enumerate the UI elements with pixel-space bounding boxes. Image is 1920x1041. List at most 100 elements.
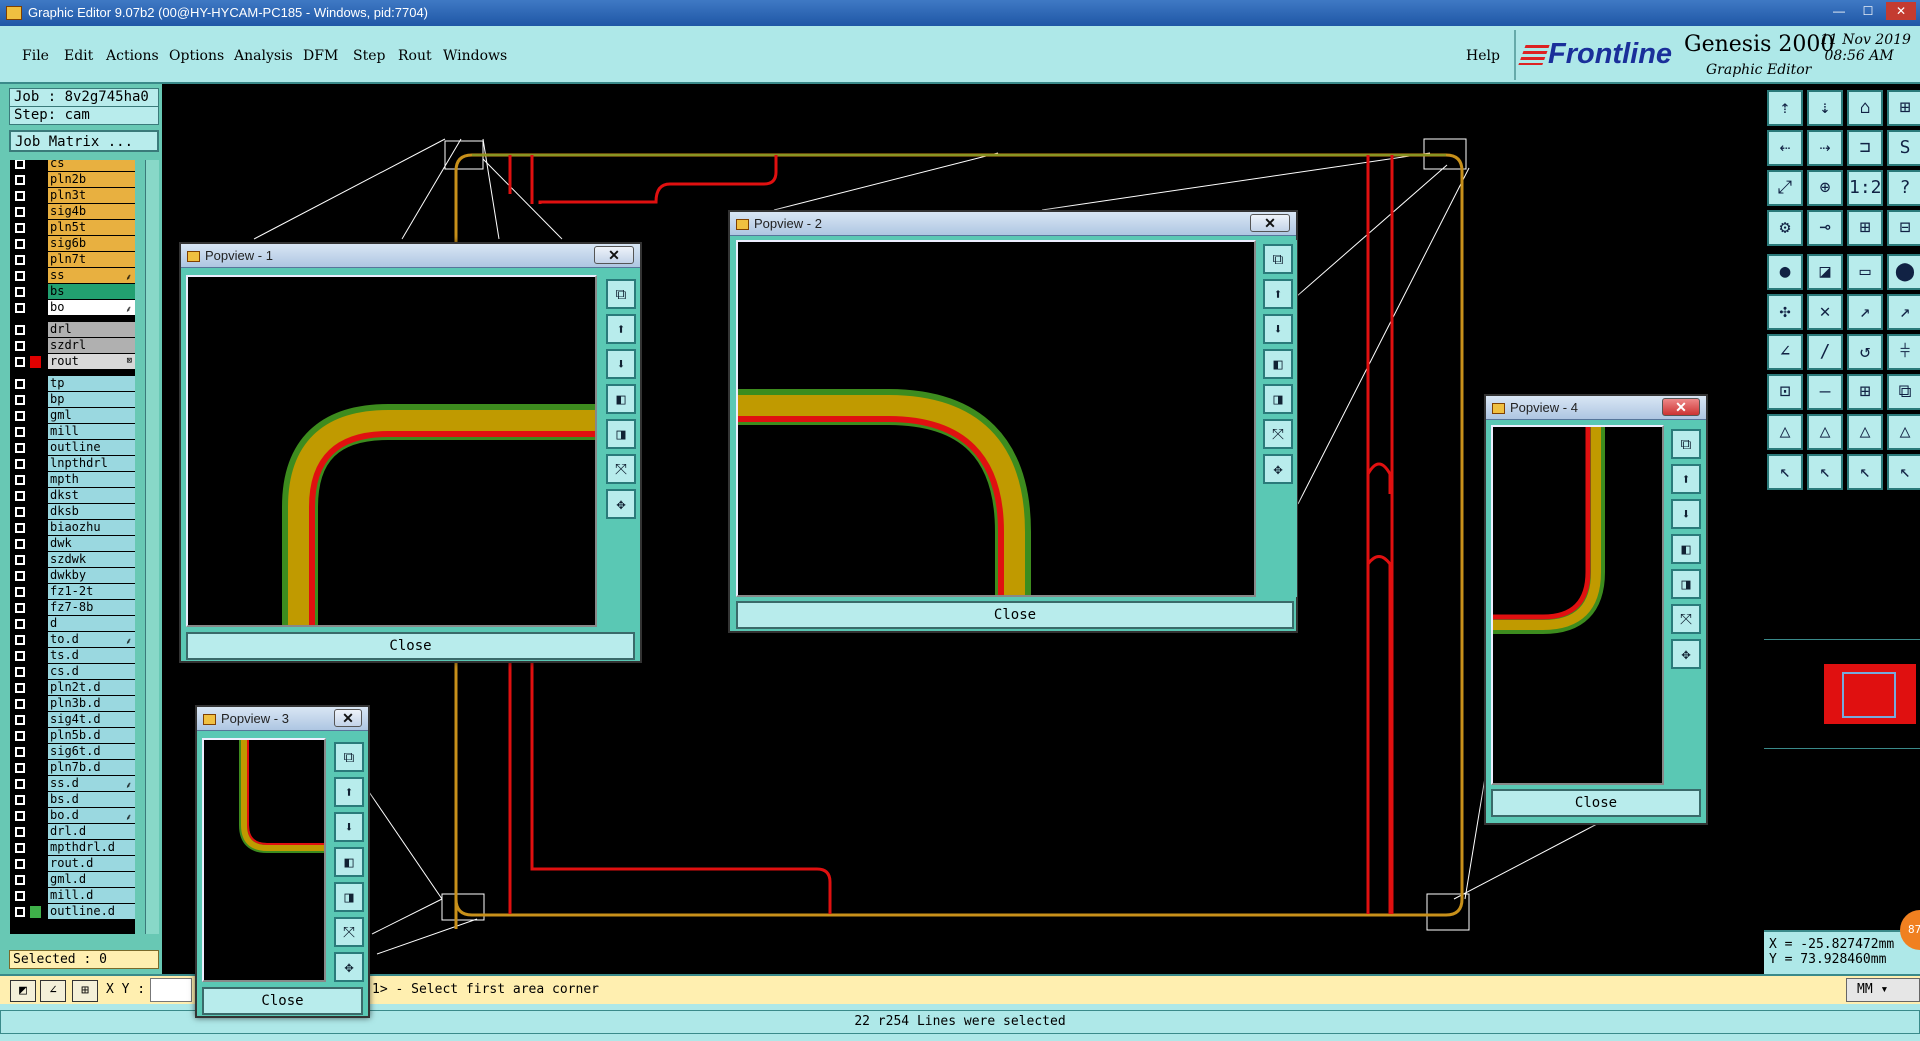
menu-options[interactable]: Options (169, 48, 224, 64)
layer-checkbox[interactable] (15, 357, 25, 367)
popview-3-titlebar[interactable]: Popview - 3 ✕ (197, 707, 368, 731)
layer-row-sig6b[interactable]: sig6b (10, 236, 135, 252)
layer-name[interactable]: mill.d (48, 888, 135, 903)
layer-row-tp[interactable]: tp (10, 376, 135, 392)
popview-2-close-button[interactable]: Close (736, 601, 1294, 629)
layer-row-gml[interactable]: gml (10, 408, 135, 424)
popview-tool-button-2[interactable]: ⬆ (606, 314, 636, 344)
layer-row-pln5b.d[interactable]: pln5b.d (10, 728, 135, 744)
tool-button-40[interactable]: ↖ (1887, 454, 1920, 490)
layer-row-outline.d[interactable]: outline.d (10, 904, 135, 920)
tool-button-3[interactable]: ⌂ (1847, 90, 1883, 126)
tool-button-2[interactable]: ⇣ (1807, 90, 1843, 126)
layer-name[interactable]: sig4t.d (48, 712, 135, 727)
layer-checkbox[interactable] (15, 811, 25, 821)
layer-checkbox[interactable] (15, 287, 25, 297)
layer-name[interactable]: ts.d (48, 648, 135, 663)
popview-2-x-button[interactable]: ✕ (1250, 214, 1290, 232)
layer-checkbox[interactable] (15, 827, 25, 837)
layer-row-fz7-8b[interactable]: fz7-8b (10, 600, 135, 616)
tool-button-36[interactable]: △ (1887, 414, 1920, 450)
layer-name[interactable]: mpth (48, 472, 135, 487)
layer-name[interactable]: gml (48, 408, 135, 423)
menu-windows[interactable]: Windows (443, 48, 507, 64)
popview-tool-button-2[interactable]: ⬆ (1263, 279, 1293, 309)
menu-actions[interactable]: Actions (106, 48, 159, 64)
layer-checkbox[interactable] (15, 795, 25, 805)
popview-1-view[interactable] (186, 275, 597, 627)
tool-button-24[interactable]: ↗ (1887, 294, 1920, 330)
layer-name[interactable]: pln5b.d (48, 728, 135, 743)
layer-row-mill[interactable]: mill (10, 424, 135, 440)
popview-tool-button-5[interactable]: ◨ (1671, 569, 1701, 599)
layer-name[interactable]: pln5t (48, 220, 135, 235)
layer-checkbox[interactable] (15, 763, 25, 773)
area-select-icon[interactable]: ◩ (10, 980, 36, 1002)
layer-checkbox[interactable] (15, 907, 25, 917)
tool-button-30[interactable]: — (1807, 374, 1843, 410)
layer-checkbox[interactable] (15, 191, 25, 201)
layer-checkbox[interactable] (15, 411, 25, 421)
layer-checkbox[interactable] (15, 207, 25, 217)
layer-checkbox[interactable] (15, 325, 25, 335)
navigator-view[interactable] (1764, 639, 1920, 749)
layer-row-pln5t[interactable]: pln5t (10, 220, 135, 236)
layer-row-ss.d[interactable]: ss.d ⸙ (10, 776, 135, 792)
layer-row-dwk[interactable]: dwk (10, 536, 135, 552)
tool-button-25[interactable]: ∠ (1767, 334, 1803, 370)
layer-name[interactable]: mpthdrl.d (48, 840, 135, 855)
xy-input[interactable] (150, 978, 192, 1002)
popview-2-titlebar[interactable]: Popview - 2 ✕ (730, 212, 1296, 236)
layer-row-pln3t[interactable]: pln3t (10, 188, 135, 204)
tool-button-11[interactable]: 1:2 (1847, 170, 1883, 206)
layer-checkbox[interactable] (15, 523, 25, 533)
layer-name[interactable]: drl.d (48, 824, 135, 839)
layer-row-d[interactable]: d (10, 616, 135, 632)
close-window-button[interactable]: ✕ (1886, 2, 1916, 20)
layer-row-bo.d[interactable]: bo.d ⸙ (10, 808, 135, 824)
layer-row-drl.d[interactable]: drl.d (10, 824, 135, 840)
layer-name[interactable]: sig6t.d (48, 744, 135, 759)
popview-tool-button-6[interactable]: ⤧ (1263, 419, 1293, 449)
popview-2-view[interactable] (736, 240, 1256, 597)
layer-checkbox[interactable] (15, 875, 25, 885)
layer-row-mpthdrl.d[interactable]: mpthdrl.d (10, 840, 135, 856)
menu-analysis[interactable]: Analysis (234, 48, 293, 64)
tool-button-17[interactable]: ● (1767, 254, 1803, 290)
popview-tool-button-4[interactable]: ◧ (1263, 349, 1293, 379)
popview-tool-button-7[interactable]: ✥ (606, 489, 636, 519)
tool-button-9[interactable]: ⤢ (1767, 170, 1803, 206)
layer-row-sig6t.d[interactable]: sig6t.d (10, 744, 135, 760)
layer-checkbox[interactable] (15, 571, 25, 581)
tool-button-34[interactable]: △ (1807, 414, 1843, 450)
tool-button-27[interactable]: ↺ (1847, 334, 1883, 370)
layer-checkbox[interactable] (15, 341, 25, 351)
layer-checkbox[interactable] (15, 379, 25, 389)
popview-tool-button-1[interactable]: ⧉ (1263, 244, 1293, 274)
layer-name[interactable]: outline (48, 440, 135, 455)
tool-button-39[interactable]: ↖ (1847, 454, 1883, 490)
popview-tool-button-1[interactable]: ⧉ (334, 742, 364, 772)
popview-1-x-button[interactable]: ✕ (594, 246, 634, 264)
menu-dfm[interactable]: DFM (303, 48, 338, 64)
layer-checkbox[interactable] (15, 747, 25, 757)
tool-button-20[interactable]: ⬤ (1887, 254, 1920, 290)
layer-name[interactable]: ss.d (48, 776, 135, 791)
layer-row-pln7b.d[interactable]: pln7b.d (10, 760, 135, 776)
layer-checkbox[interactable] (15, 475, 25, 485)
layer-name[interactable]: tp (48, 376, 135, 391)
tool-button-7[interactable]: ⊐ (1847, 130, 1883, 166)
layer-row-rout[interactable]: rout ⊠ (10, 354, 135, 370)
popview-tool-button-7[interactable]: ✥ (334, 952, 364, 982)
layer-name[interactable]: sig6b (48, 236, 135, 251)
layer-row-dkst[interactable]: dkst (10, 488, 135, 504)
popview-3-view[interactable] (202, 738, 326, 982)
layer-checkbox[interactable] (15, 303, 25, 313)
tool-button-32[interactable]: ⧉ (1887, 374, 1920, 410)
tool-button-1[interactable]: ⇡ (1767, 90, 1803, 126)
layer-row-bs.d[interactable]: bs.d (10, 792, 135, 808)
popview-tool-button-3[interactable]: ⬇ (606, 349, 636, 379)
tool-button-33[interactable]: △ (1767, 414, 1803, 450)
layer-name[interactable]: to.d (48, 632, 135, 647)
layer-row-drl[interactable]: drl (10, 322, 135, 338)
